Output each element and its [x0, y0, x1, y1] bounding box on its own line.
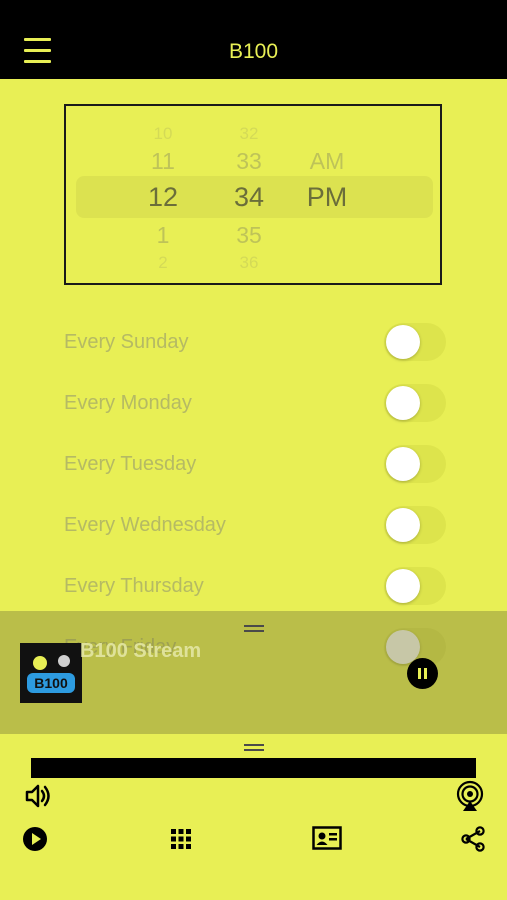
picker-value-selected: PM [306, 182, 348, 212]
pause-button[interactable] [407, 658, 438, 689]
airplay-icon[interactable] [454, 780, 486, 812]
picker-value: 35 [236, 222, 262, 248]
schedule-row-sunday: Every Sunday [0, 313, 507, 374]
toggle-tuesday[interactable] [384, 445, 446, 483]
share-icon[interactable] [460, 826, 486, 852]
top-bar: B100 [0, 0, 507, 79]
b100-logo-icon: B100 [20, 643, 82, 703]
grid-icon[interactable] [171, 829, 191, 849]
toggle-sunday[interactable] [384, 323, 446, 361]
picker-value: 11 [151, 148, 175, 174]
picker-value: AM [309, 148, 345, 174]
schedule-label: Every Wednesday [64, 514, 226, 536]
picker-value: 33 [236, 148, 262, 174]
schedule-label: Every Thursday [64, 575, 204, 597]
time-picker[interactable]: 10 11 12 1 2 32 33 34 35 36 AM PM [64, 104, 442, 285]
station-artwork: B100 [20, 643, 82, 703]
picker-value-selected: 34 [233, 182, 265, 212]
page-title: B100 [228, 40, 279, 63]
schedule-label: Every Sunday [64, 331, 189, 353]
schedule-label: Every Monday [64, 392, 192, 414]
toggle-thursday[interactable] [384, 567, 446, 605]
volume-icon[interactable] [24, 782, 54, 810]
toggle-knob [386, 447, 420, 481]
schedule-row-monday: Every Monday [0, 374, 507, 435]
station-title: B100 Stream [80, 640, 202, 662]
picker-value: 10 [153, 124, 173, 143]
picker-value-selected: 12 [147, 182, 179, 212]
schedule-row-wednesday: Every Wednesday [0, 496, 507, 557]
drag-handle-icon[interactable] [244, 744, 264, 752]
drag-handle-icon[interactable] [244, 625, 264, 633]
picker-value: 36 [239, 253, 259, 272]
picker-value: 2 [158, 253, 168, 272]
toggle-monday[interactable] [384, 384, 446, 422]
play-icon[interactable] [22, 826, 48, 852]
toggle-knob [386, 325, 420, 359]
toggle-knob [386, 386, 420, 420]
picker-value: 1 [156, 222, 170, 248]
picker-value: 32 [239, 124, 259, 143]
toggle-wednesday[interactable] [384, 506, 446, 544]
stream-progress-bar[interactable] [31, 758, 476, 778]
schedule-label: Every Tuesday [64, 453, 197, 475]
schedule-row-tuesday: Every Tuesday [0, 435, 507, 496]
mini-player[interactable]: B100 B100 Stream [0, 611, 507, 734]
toggle-knob [386, 569, 420, 603]
contact-card-icon[interactable] [312, 826, 342, 850]
schedule-row-thursday: Every Thursday [0, 557, 507, 618]
artwork-text: B100 [34, 675, 68, 691]
toggle-knob [386, 508, 420, 542]
